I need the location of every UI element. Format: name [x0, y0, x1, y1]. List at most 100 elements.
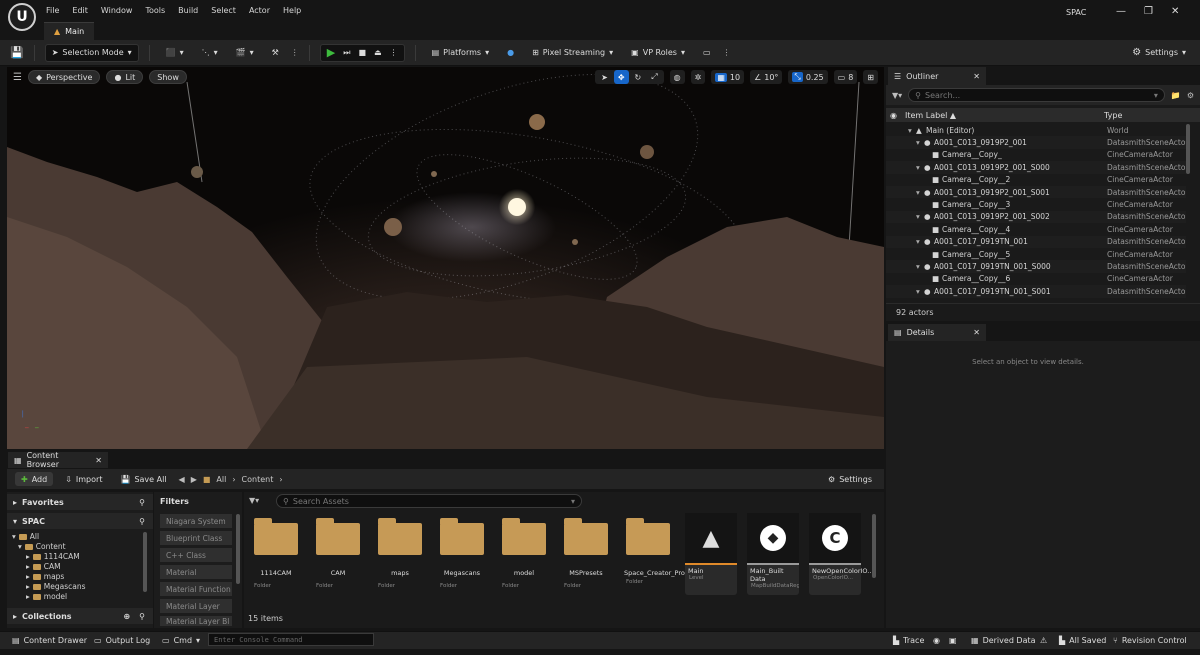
gear-icon[interactable]: ⚙: [1187, 91, 1194, 100]
close-window-icon[interactable]: ✕: [1171, 6, 1179, 17]
outliner-row[interactable]: ■ Camera__Copy__4 CineCameraActor: [886, 223, 1186, 235]
screenshot-icon[interactable]: ▣: [949, 634, 957, 646]
expand-arrow-icon[interactable]: ▾: [916, 163, 920, 172]
globe-button[interactable]: ●: [501, 44, 520, 62]
tree-item-megascans[interactable]: ▸ Megascans: [26, 582, 86, 591]
eject-icon[interactable]: ⏏: [374, 48, 382, 57]
scale-tool-icon[interactable]: ⤢: [647, 70, 662, 84]
world-space-icon[interactable]: ◍: [669, 70, 685, 84]
step-icon[interactable]: ⏭: [343, 48, 350, 58]
hamburger-menu-icon[interactable]: ☰: [13, 72, 22, 83]
expand-arrow-icon[interactable]: ▾: [916, 212, 920, 221]
tab-main[interactable]: ▲ Main: [44, 22, 95, 40]
trace-button[interactable]: ▙ Trace: [893, 634, 924, 646]
outliner-tab[interactable]: ☰ Outliner ✕: [888, 67, 986, 85]
unreal-logo-icon[interactable]: U: [8, 3, 36, 31]
filter-material-function[interactable]: Material Function: [160, 582, 232, 596]
perspective-button[interactable]: ◆ Perspective: [27, 70, 101, 84]
outliner-row[interactable]: ▾ ● A001_C017_0919TN_001 DatasmithSceneActo: [886, 235, 1186, 248]
column-type[interactable]: Type: [1104, 111, 1122, 120]
outliner-row[interactable]: ▾ ● A001_C013_0919P2_001_S000 DatasmithScen…: [886, 161, 1186, 174]
folder-tile[interactable]: maps Folder: [374, 513, 426, 595]
show-button[interactable]: Show: [149, 70, 187, 84]
folder-add-icon[interactable]: 📁: [1171, 91, 1181, 100]
add-actor-button[interactable]: ⬛ ▾: [160, 44, 190, 62]
menu-window[interactable]: Window: [101, 6, 133, 15]
output-log-button[interactable]: ▭ Output Log: [94, 634, 150, 646]
level-viewport[interactable]: ☰ ◆ Perspective ● Lit Show ➤ ✥ ↻ ⤢ ◍ ✲ ▦…: [7, 67, 884, 449]
filter-material[interactable]: Material: [160, 565, 232, 579]
outliner-row[interactable]: ■ Camera__Copy__2 CineCameraActor: [886, 174, 1186, 186]
save-all-button[interactable]: 💾 Save All: [114, 472, 172, 486]
translate-tool-icon[interactable]: ✥: [613, 70, 629, 84]
folder-tile[interactable]: Space_Creator_Pro Folder: [622, 513, 685, 595]
outliner-row[interactable]: ▾ ● A001_C013_0919P2_001_S001 DatasmithScen…: [886, 186, 1186, 199]
tree-scrollbar[interactable]: [143, 532, 147, 592]
path-content[interactable]: Content: [242, 475, 274, 484]
expand-arrow-icon[interactable]: ▾: [916, 262, 920, 271]
surface-snap-icon[interactable]: ✲: [690, 70, 706, 84]
more-options-icon[interactable]: ⋮: [390, 48, 398, 57]
outliner-row[interactable]: ▾ ● A001_C013_0919P2_001 DatasmithSceneActo: [886, 136, 1186, 149]
back-icon[interactable]: ◀: [179, 475, 185, 484]
folder-icon[interactable]: ■: [203, 475, 211, 484]
project-section[interactable]: ▾ SPAC ⚲: [7, 513, 153, 529]
menu-help[interactable]: Help: [283, 6, 301, 15]
menu-edit[interactable]: Edit: [72, 6, 88, 15]
asset-scrollbar[interactable]: [872, 514, 876, 578]
warning-icon[interactable]: ⚠: [1040, 634, 1047, 646]
add-collection-icon[interactable]: ⊕: [123, 612, 130, 621]
filter-material-layer[interactable]: Material Layer: [160, 599, 232, 613]
select-tool-icon[interactable]: ➤: [597, 70, 612, 84]
content-settings-button[interactable]: ⚙ Settings: [822, 472, 878, 486]
outliner-row[interactable]: ▾ ● A001_C017_0919TN_001_S000 DatasmithScen…: [886, 260, 1186, 273]
filter-material-layer-blend[interactable]: Material Layer Bl: [160, 616, 232, 626]
folder-tile[interactable]: 1114CAM Folder: [250, 513, 302, 595]
more-options-icon[interactable]: ⋮: [291, 48, 299, 57]
layout-grid-icon[interactable]: ⊞: [863, 70, 878, 84]
grid-snap-toggle[interactable]: ▦ 10: [711, 70, 745, 84]
play-icon[interactable]: ▶: [327, 46, 335, 59]
outliner-row[interactable]: ■ Camera__Copy__5 CineCameraActor: [886, 248, 1186, 260]
outliner-row[interactable]: ■ Camera__Copy__3 CineCameraActor: [886, 198, 1186, 210]
lit-button[interactable]: ● Lit: [106, 70, 144, 84]
outliner-scrollbar[interactable]: [1186, 124, 1190, 174]
selection-mode-button[interactable]: ➤ Selection Mode ▾: [44, 43, 139, 62]
maximize-icon[interactable]: ❐: [1144, 6, 1153, 17]
close-icon[interactable]: ✕: [973, 328, 980, 337]
forward-icon[interactable]: ▶: [191, 475, 197, 484]
cmd-button[interactable]: ▭ Cmd ▾: [162, 634, 200, 646]
folder-tile[interactable]: MSPresets Folder: [560, 513, 612, 595]
source-control-button[interactable]: ▭: [697, 44, 717, 62]
collections-section[interactable]: ▸ Collections ⊕ ⚲: [7, 608, 153, 624]
search-icon[interactable]: ⚲: [139, 498, 145, 507]
close-icon[interactable]: ✕: [95, 456, 102, 465]
tree-item-content[interactable]: ▾ Content: [18, 542, 66, 551]
tree-item-model[interactable]: ▸ model: [26, 592, 67, 601]
filters-scrollbar[interactable]: [236, 514, 240, 584]
revision-control-button[interactable]: ⑂ Revision Control: [1113, 634, 1187, 646]
asset-search-input[interactable]: ⚲ Search Assets ▾: [276, 494, 582, 508]
details-tab[interactable]: ▤ Details ✕: [888, 324, 986, 341]
path-all[interactable]: All: [216, 475, 226, 484]
filter-icon[interactable]: ▼▾: [249, 496, 259, 505]
import-button[interactable]: ⇩ Import: [59, 472, 108, 486]
filter-blueprint-class[interactable]: Blueprint Class: [160, 531, 232, 545]
asset-tile-opencolorio[interactable]: C NewOpenColorIO... OpenColorIO...: [809, 513, 873, 595]
tree-item-all[interactable]: ▾ All: [12, 532, 39, 541]
content-browser-tab[interactable]: ▦ Content Browser ✕: [8, 451, 108, 469]
column-item-label[interactable]: Item Label ▲: [905, 111, 956, 120]
rotation-snap-toggle[interactable]: ∠ 10°: [750, 70, 783, 84]
menu-actor[interactable]: Actor: [249, 6, 270, 15]
filter-icon[interactable]: ▼▾: [892, 91, 902, 100]
favorites-section[interactable]: ▸ Favorites ⚲: [7, 494, 153, 510]
outliner-row[interactable]: ■ Camera__Copy_ CineCameraActor: [886, 149, 1186, 161]
stop-icon[interactable]: ■: [358, 48, 366, 57]
content-drawer-button[interactable]: ▤ Content Drawer: [12, 634, 87, 646]
menu-build[interactable]: Build: [178, 6, 198, 15]
search-icon[interactable]: ⚲: [139, 517, 145, 526]
asset-tile-built-data[interactable]: ◆ Main_Built Data MapBuildDataRegistry: [747, 513, 799, 595]
scale-snap-toggle[interactable]: ⤡ 0.25: [788, 70, 828, 84]
close-icon[interactable]: ✕: [973, 72, 980, 81]
camera-speed-button[interactable]: ▭ 8: [833, 70, 858, 84]
